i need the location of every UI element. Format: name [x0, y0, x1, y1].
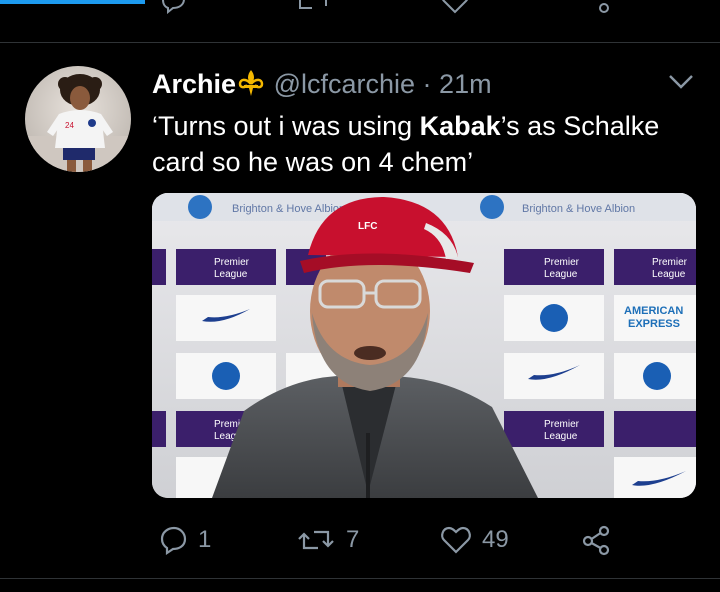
reply-icon-partial[interactable] [160, 0, 186, 14]
separator: · [422, 69, 432, 99]
previous-tweet-actions [0, 0, 720, 42]
tweet-divider-bottom [0, 578, 720, 579]
tweet-image[interactable]: Brighton & Hove Albion Brighton & Hove A… [152, 193, 696, 498]
tweet-divider-top [0, 42, 720, 43]
retweet-icon-partial[interactable] [296, 0, 330, 14]
tweet-actions: 1 7 49 [152, 520, 712, 560]
like-button[interactable]: 49 [440, 520, 509, 560]
retweet-button[interactable]: 7 [296, 520, 359, 560]
share-button[interactable] [580, 520, 612, 560]
timeline-tab-indicator [0, 0, 145, 4]
board-label: Premier [544, 419, 580, 430]
chevron-down-icon[interactable] [666, 70, 696, 94]
share-icon [582, 525, 610, 556]
like-icon-partial[interactable] [440, 0, 470, 14]
tweet-text: ‘Turns out i was using Kabak’s as Schalk… [152, 108, 692, 180]
board-label: League [214, 269, 248, 280]
svg-text:24: 24 [65, 121, 74, 130]
board-label: EXPRESS [628, 318, 680, 330]
board-label: Premier [544, 257, 580, 268]
board-banner-text: Brighton & Hove Albion [522, 203, 635, 215]
reply-count: 1 [198, 526, 212, 553]
share-icon-partial[interactable] [584, 0, 612, 14]
cap-badge: LFC [358, 221, 377, 232]
board-label: AMERICAN [624, 305, 683, 317]
tweet-time[interactable]: 21m [439, 69, 492, 99]
like-icon [441, 526, 471, 554]
board-label: Premier [652, 257, 688, 268]
like-count: 49 [482, 526, 509, 553]
board-label: League [544, 431, 578, 442]
tweet-header: Archie @lcfcarchie · 21m [152, 68, 492, 100]
board-label: League [652, 269, 686, 280]
retweet-icon [298, 530, 334, 550]
author-handle[interactable]: @lcfcarchie [274, 69, 415, 99]
avatar[interactable]: 24 [25, 66, 131, 172]
author-name[interactable]: Archie [152, 69, 236, 99]
retweet-count: 7 [346, 526, 360, 553]
reply-button[interactable]: 1 [158, 520, 211, 560]
board-label: League [544, 269, 578, 280]
tweet-text-bold: Kabak [419, 111, 501, 141]
tweet-text-part: ‘Turns out i was using [152, 111, 420, 141]
reply-icon [160, 526, 187, 555]
fleur-de-lis-icon [238, 70, 264, 96]
board-label: Premier [214, 257, 250, 268]
board-banner-text: Brighton & Hove Albion [232, 203, 345, 215]
